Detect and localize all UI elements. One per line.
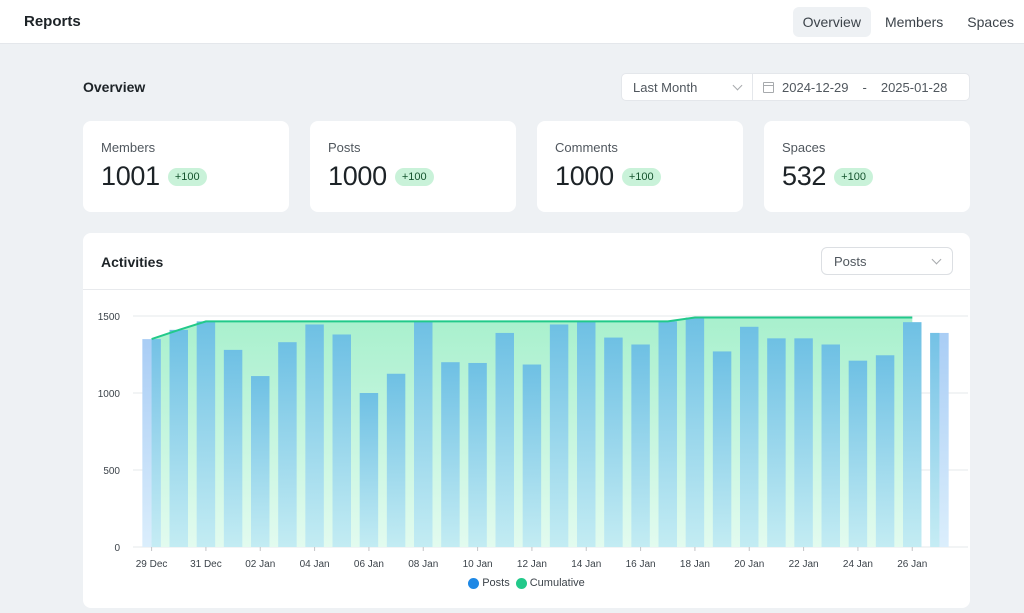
x-tick-label: 10 Jan (463, 559, 493, 570)
top-nav: Overview Members Spaces (792, 7, 1024, 37)
bar-posts (522, 364, 542, 547)
bar-posts (767, 338, 786, 547)
bar-posts (278, 342, 297, 547)
delta-badge: +100 (167, 167, 207, 186)
bar-posts (604, 337, 623, 547)
y-tick-label: 1000 (98, 389, 121, 400)
x-tick-label: 24 Jan (843, 559, 873, 570)
bar-posts (875, 355, 895, 547)
bar-posts-overlay (930, 332, 940, 547)
bar-posts (414, 321, 433, 547)
bar-posts (903, 322, 922, 547)
tab-overview[interactable]: Overview (792, 7, 871, 37)
calendar-icon (763, 81, 774, 93)
bar-posts (712, 351, 732, 547)
chevron-down-icon (732, 80, 743, 90)
x-tick-label: 20 Jan (734, 559, 764, 570)
date-end[interactable]: 2025-01-28 (881, 80, 948, 95)
stat-label: Spaces (782, 140, 826, 155)
stat-cards: Members 1001 +100 Posts 1000 +100 Comments… (83, 121, 970, 212)
bar-posts (251, 376, 270, 547)
range-select[interactable]: Last Month (622, 74, 753, 100)
legend-label: Posts (482, 577, 510, 589)
x-tick-label: 02 Jan (245, 559, 275, 570)
bar-posts (549, 324, 569, 547)
bar-posts (495, 332, 514, 547)
stat-label: Comments (555, 140, 618, 155)
x-tick-label: 22 Jan (789, 559, 819, 570)
bar-posts (848, 360, 868, 547)
date-separator: - (862, 79, 867, 95)
stat-label: Members (101, 140, 156, 155)
stat-value: 1000 (555, 161, 614, 191)
delta-badge: +100 (621, 167, 661, 186)
bar-posts (468, 362, 487, 547)
x-tick-label: 08 Jan (408, 559, 438, 570)
bar-posts (386, 373, 406, 547)
x-tick-label: 06 Jan (354, 559, 384, 570)
legend-item-posts[interactable]: Posts (468, 577, 510, 589)
legend-item-cumulative[interactable]: Cumulative (515, 577, 585, 589)
tab-spaces[interactable]: Spaces (957, 7, 1024, 37)
delta-badge: +100 (834, 167, 873, 186)
bar-posts (658, 321, 677, 547)
bar-posts (305, 324, 324, 547)
bar-posts (441, 362, 460, 547)
bar-posts (196, 321, 216, 547)
bar-posts (332, 334, 351, 547)
stat-card-comments: Comments 1000 +100 (537, 121, 743, 212)
stat-card-spaces: Spaces 532 +100 (764, 121, 970, 212)
top-bar: Reports Overview Members Spaces (0, 0, 1024, 44)
x-tick-label: 18 Jan (680, 559, 710, 570)
date-range-picker[interactable]: 2024-12-29 - 2025-01-28 (753, 80, 947, 95)
stat-value: 1000 (328, 161, 387, 191)
stat-card-posts: Posts 1000 +100 (310, 121, 516, 212)
bar-posts (577, 321, 596, 547)
legend-dot-cumulative (515, 577, 527, 589)
stat-card-members: Members 1001 +100 (83, 121, 289, 212)
x-tick-label: 14 Jan (571, 559, 601, 570)
legend-dot-posts (468, 577, 480, 589)
delta-badge: +100 (394, 167, 434, 186)
x-tick-label: 29 Dec (136, 559, 168, 570)
y-tick-label: 500 (103, 466, 120, 477)
x-tick-label: 26 Jan (897, 559, 927, 570)
x-tick-label: 04 Jan (300, 559, 330, 570)
x-tick-label: 16 Jan (626, 559, 656, 570)
bar-posts (740, 326, 759, 547)
x-tick-label: 31 Dec (190, 559, 222, 570)
stat-label: Posts (328, 140, 361, 155)
tab-members[interactable]: Members (875, 7, 953, 37)
bar-posts (685, 317, 705, 547)
page-title: Reports (24, 13, 81, 30)
bar-posts (794, 338, 813, 547)
bar-posts (359, 393, 379, 547)
activities-panel: Activities Posts 0 500 1000 1500 29 Dec 3 (83, 233, 970, 608)
bar-posts (821, 344, 840, 547)
legend-label: Cumulative (529, 577, 585, 589)
x-tick-label: 12 Jan (517, 559, 547, 570)
bar-posts (169, 329, 188, 547)
activities-chart: 0 500 1000 1500 29 Dec 31 Dec 02 Jan 04 Jan 06 … (98, 312, 968, 570)
date-start[interactable]: 2024-12-29 (782, 80, 849, 95)
y-tick-label: 1500 (98, 312, 121, 323)
chart-legend: Posts Cumulative (83, 577, 970, 589)
bar-posts (223, 349, 243, 547)
y-tick-label: 0 (114, 543, 120, 554)
range-select-value: Last Month (633, 79, 698, 95)
stat-value: 1001 (101, 161, 160, 191)
overview-heading: Overview (83, 79, 146, 95)
bar-posts-overlay (151, 339, 161, 547)
bar-posts (631, 344, 650, 547)
date-range-control: Last Month 2024-12-29 - 2025-01-28 (621, 73, 970, 101)
stat-value: 532 (782, 161, 827, 191)
